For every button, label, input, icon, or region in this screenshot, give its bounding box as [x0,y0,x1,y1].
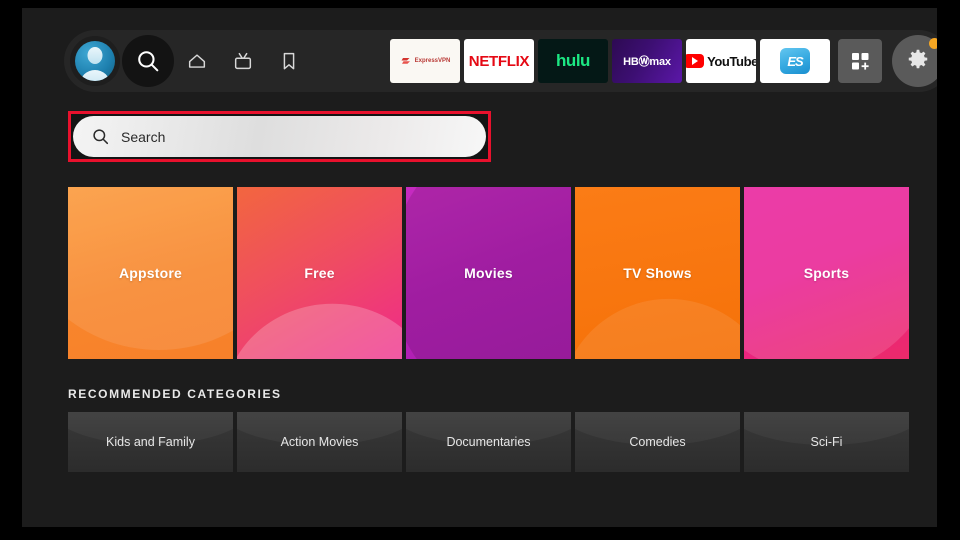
category-card-label: Comedies [629,435,686,449]
youtube-logo: YouTube [686,54,756,69]
tile-free[interactable]: Free [237,187,402,359]
recommended-categories-heading: RECOMMENDED CATEGORIES [68,387,282,401]
home-icon [188,54,206,68]
app-shortcut-hulu[interactable]: hulu [538,39,608,83]
category-card-label: Sci-Fi [810,435,843,449]
gear-icon [908,49,928,69]
youtube-play-icon [686,54,705,68]
app-shortcut-netflix[interactable]: NETFLIX [464,39,534,83]
hbomax-wordmark: HBⓌmax [623,56,671,68]
tile-label: TV Shows [623,265,692,281]
tile-tv-shows[interactable]: TV Shows [575,187,740,359]
expressvpn-wordmark: ExpressVPN [414,58,451,64]
app-shortcut-expressvpn[interactable]: ExpressVPN [390,39,460,83]
recommended-categories-row: Kids and Family Action Movies Documentar… [68,412,909,472]
nav-icon-group [70,35,312,87]
search-icon [138,51,159,72]
app-shortcut-youtube[interactable]: YouTube [686,39,756,83]
expressvpn-logo: ExpressVPN [400,55,451,67]
tile-label: Movies [464,265,513,281]
expressvpn-mark-icon [401,58,410,64]
tv-icon [234,52,252,70]
nav-bookmark-button[interactable] [266,35,312,87]
es-file-explorer-icon: ES [780,48,810,74]
profile-avatar-button[interactable] [70,36,120,86]
category-card-label: Kids and Family [106,435,195,449]
apps-grid-plus-icon [852,53,869,70]
settings-notification-badge [929,38,937,49]
avatar-body-shape [80,70,110,81]
app-shortcut-hbomax[interactable]: HBⓌmax [612,39,682,83]
search-input[interactable]: Search [73,116,486,157]
nav-home-button[interactable] [174,35,220,87]
category-card-kids-and-family[interactable]: Kids and Family [68,412,233,472]
app-shortcut-es-file-explorer[interactable]: ES [760,39,830,83]
category-card-comedies[interactable]: Comedies [575,412,740,472]
category-card-label: Documentaries [446,435,531,449]
netflix-wordmark: NETFLIX [468,52,530,70]
tile-label: Sports [803,265,850,281]
search-icon [93,129,109,145]
tile-label: Free [304,265,335,281]
bookmark-icon [283,52,295,70]
avatar [75,41,115,81]
tile-decor-shape [575,289,740,359]
tv-home-screen: ExpressVPN NETFLIX hulu HBⓌmax YouTube E… [22,8,937,527]
tile-decor-shape [237,293,402,359]
all-apps-button[interactable] [838,39,882,83]
category-tiles-row: Appstore Free Movies TV Shows Sports [68,187,909,359]
nav-search-button[interactable] [122,35,174,87]
avatar-head-shape [87,47,103,64]
tile-appstore[interactable]: Appstore [68,187,233,359]
es-wordmark: ES [787,53,803,69]
top-navigation-bar: ExpressVPN NETFLIX hulu HBⓌmax YouTube E… [64,30,937,92]
settings-button[interactable] [892,35,937,87]
tile-label: Appstore [118,265,183,281]
category-card-action-movies[interactable]: Action Movies [237,412,402,472]
nav-live-tv-button[interactable] [220,35,266,87]
tile-movies[interactable]: Movies [406,187,571,359]
category-card-documentaries[interactable]: Documentaries [406,412,571,472]
app-shortcuts-row: ExpressVPN NETFLIX hulu HBⓌmax YouTube E… [390,35,937,87]
search-placeholder-text: Search [121,128,166,145]
hulu-wordmark: hulu [556,51,590,70]
youtube-wordmark: YouTube [707,53,756,69]
category-card-label: Action Movies [280,435,359,449]
tile-sports[interactable]: Sports [744,187,909,359]
category-card-sci-fi[interactable]: Sci-Fi [744,412,909,472]
